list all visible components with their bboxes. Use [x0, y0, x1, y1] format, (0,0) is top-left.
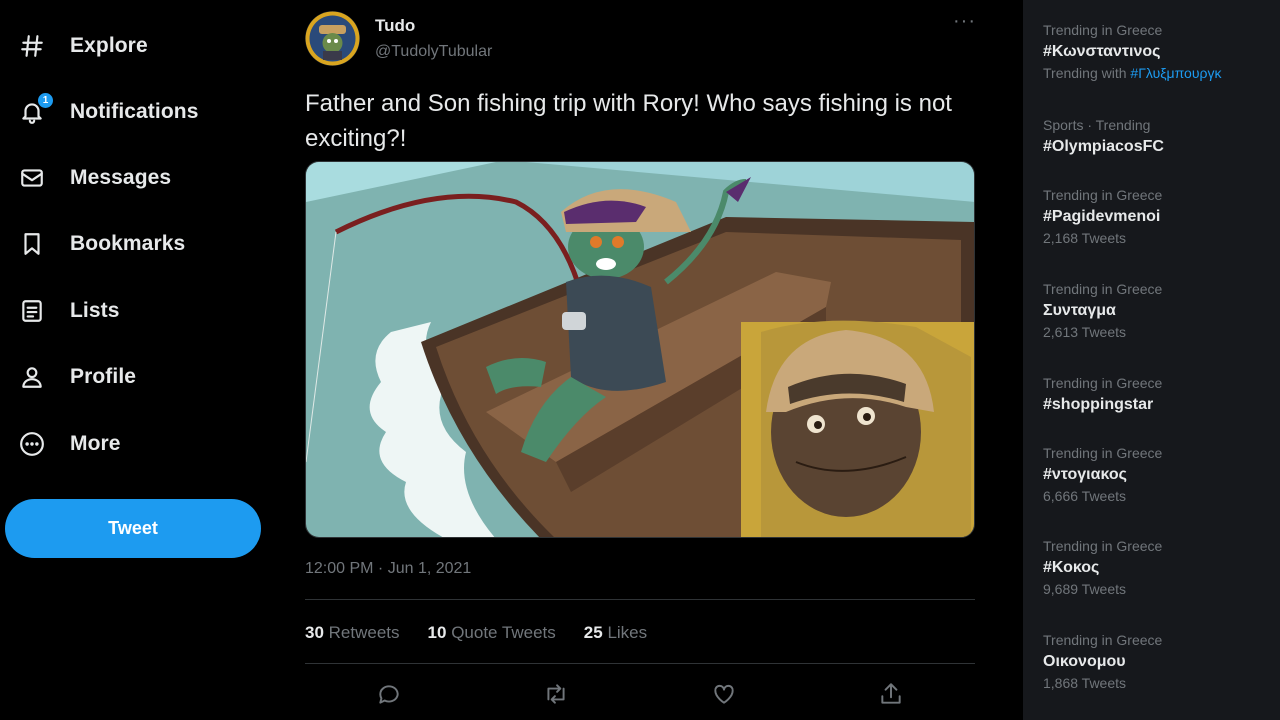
trend-sub-prefix: Trending with	[1043, 65, 1131, 81]
nav-messages[interactable]: Messages	[18, 158, 171, 198]
trend-name: #Κοκος	[1043, 559, 1100, 576]
author-handle[interactable]: @TudolyTubular	[375, 43, 492, 61]
trend-context: Trending in Greece	[1043, 538, 1163, 554]
tweet-actions	[305, 676, 975, 712]
nav-explore[interactable]: Explore	[18, 26, 148, 66]
bell-icon: 1	[18, 92, 54, 126]
share-button[interactable]	[873, 676, 909, 712]
trend-tweet-count: 2,613 Tweets	[1043, 324, 1127, 340]
trend-context: Trending in Greece	[1043, 445, 1163, 461]
avatar[interactable]	[305, 11, 360, 66]
more-circle-icon	[18, 430, 46, 458]
likes-label: Likes	[607, 623, 648, 642]
trend-tweet-count: 6,666 Tweets	[1043, 488, 1127, 504]
trend-tweet-count: 9,689 Tweets	[1043, 581, 1127, 597]
notification-badge: 1	[37, 92, 54, 109]
nav-label-messages: Messages	[70, 166, 172, 189]
retweet-button[interactable]	[538, 676, 574, 712]
quote-tweets-stat[interactable]: 10 Quote Tweets	[428, 623, 556, 643]
more-options-icon[interactable]: ···	[953, 10, 976, 33]
list-icon	[18, 297, 46, 325]
trend-item[interactable]: Trending in Greece Οικονομου 1,868 Tweet…	[1043, 632, 1273, 692]
nav-label-explore: Explore	[70, 34, 148, 57]
trend-tweet-count: 1,868 Tweets	[1043, 675, 1127, 691]
trend-name: #Κωνσταντινος	[1043, 43, 1161, 60]
envelope-icon	[18, 164, 46, 192]
retweet-icon	[547, 684, 565, 704]
reply-button[interactable]	[371, 676, 407, 712]
trend-name: Οικονομου	[1043, 653, 1126, 670]
likes-count: 25	[583, 623, 603, 642]
tweet-image[interactable]	[305, 161, 975, 538]
like-button[interactable]	[706, 676, 742, 712]
trend-sub: Trending with #Γλυξμπουργκ	[1043, 65, 1273, 82]
trend-context: Sports · Trending	[1043, 117, 1151, 133]
trend-context: Trending in Greece	[1043, 22, 1163, 38]
share-icon	[881, 683, 901, 704]
nav-label-more: More	[70, 432, 121, 455]
reply-icon	[379, 685, 399, 704]
person-icon	[18, 363, 46, 391]
author-name[interactable]: Tudo	[375, 16, 415, 36]
trend-name: #OlympiacosFC	[1043, 138, 1164, 155]
divider	[305, 663, 975, 664]
nav-more[interactable]: More	[18, 424, 121, 464]
nav-label-notifications: Notifications	[70, 100, 199, 123]
hashtag-icon	[18, 32, 46, 60]
quote-tweets-count: 10	[427, 623, 447, 642]
nav-label-bookmarks: Bookmarks	[70, 232, 186, 255]
trend-item[interactable]: Trending in Greece #Pagidevmenoi 2,168 T…	[1043, 187, 1273, 247]
likes-stat[interactable]: 25 Likes	[584, 623, 647, 643]
trend-item[interactable]: Trending in Greece #ντογιακος 6,666 Twee…	[1043, 445, 1273, 505]
tweet-stats: 30 Retweets 10 Quote Tweets 25 Likes	[305, 623, 675, 643]
trend-item[interactable]: Trending in Greece #shoppingstar	[1043, 375, 1273, 415]
trend-name: #Pagidevmenoi	[1043, 208, 1161, 225]
retweets-stat[interactable]: 30 Retweets	[305, 623, 400, 643]
trend-item[interactable]: Trending in Greece Συνταγμα 2,613 Tweets	[1043, 281, 1273, 341]
tweet-text: Father and Son fishing trip with Rory! W…	[305, 90, 952, 152]
trend-context: Trending in Greece	[1043, 375, 1163, 391]
quote-tweets-label: Quote Tweets	[451, 623, 556, 642]
divider	[305, 599, 975, 600]
trend-item[interactable]: Sports · Trending #OlympiacosFC	[1043, 117, 1273, 157]
trend-name: #shoppingstar	[1043, 396, 1154, 413]
nav-label-lists: Lists	[70, 299, 120, 322]
trend-name: Συνταγμα	[1043, 302, 1116, 319]
retweets-count: 30	[305, 623, 324, 642]
tweet-timestamp[interactable]: 12:00 PM · Jun 1, 2021	[305, 560, 471, 578]
trend-context: Trending in Greece	[1043, 187, 1163, 203]
trend-context: Trending in Greece	[1043, 281, 1163, 297]
trend-item[interactable]: Trending in Greece #Κοκος 9,689 Tweets	[1043, 538, 1273, 598]
nav-label-profile: Profile	[70, 365, 137, 388]
primary-navigation: Explore 1 Notifications Messages Bookmar…	[0, 0, 280, 720]
nav-bookmarks[interactable]: Bookmarks	[18, 224, 185, 264]
nav-lists[interactable]: Lists	[18, 291, 120, 331]
retweets-label: Retweets	[328, 623, 400, 642]
trend-name: #ντογιακος	[1043, 466, 1127, 483]
trend-tweet-count: 2,168 Tweets	[1043, 230, 1127, 246]
nav-profile[interactable]: Profile	[18, 357, 136, 397]
trend-related-link[interactable]: #Γλυξμπουργκ	[1130, 65, 1221, 81]
like-icon	[714, 684, 734, 704]
nav-notifications[interactable]: 1 Notifications	[18, 92, 198, 132]
trend-item[interactable]: Trending in Greece #Κωνσταντινος Trendin…	[1043, 22, 1273, 82]
tweet-detail: Tudo @TudolyTubular ··· Father and Son f…	[287, 0, 987, 720]
trend-context: Trending in Greece	[1043, 632, 1163, 648]
trends-sidebar: Trending in Greece #Κωνσταντινος Trendin…	[1023, 0, 1280, 720]
tweet-button[interactable]: Tweet	[5, 499, 261, 558]
bookmark-icon	[18, 230, 46, 258]
